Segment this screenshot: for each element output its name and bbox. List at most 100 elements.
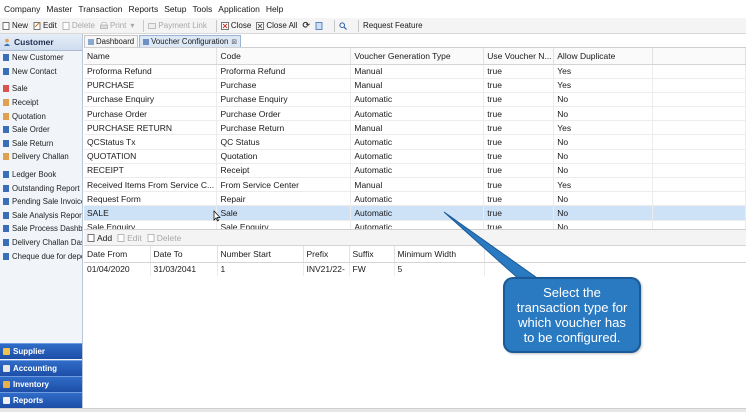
menu-item[interactable]: Help xyxy=(265,4,288,14)
table-cell: 31/03/2041 xyxy=(150,262,218,276)
table-row[interactable]: QCStatus Tx QC Status Automatic true No xyxy=(84,134,746,150)
menu-item[interactable]: Transaction xyxy=(77,4,127,14)
column-header[interactable]: Minimum Width xyxy=(394,246,485,263)
edit-icon xyxy=(33,21,41,30)
table-row[interactable]: PURCHASE Purchase Manual true Yes xyxy=(84,78,746,93)
tab-voucher-configuration[interactable]: Voucher Configuration ⊠ xyxy=(139,35,242,47)
sidebar-item-label: Pending Sale Invoices xyxy=(12,197,82,207)
table-row[interactable]: 01/04/2020 31/03/2041 1 INV21/22- FW 5 xyxy=(84,262,746,276)
column-header[interactable]: Date From xyxy=(84,246,151,263)
sidebar-item-label: New Customer xyxy=(12,53,64,63)
menu-item[interactable]: Company xyxy=(3,4,45,14)
sidebar-category-accounting[interactable]: Accounting xyxy=(0,360,82,376)
column-header[interactable]: Date To xyxy=(150,246,218,263)
print-button[interactable]: Print ▾ xyxy=(100,21,134,30)
sidebar-category-supplier[interactable]: Supplier xyxy=(0,343,82,359)
toolbar-divider xyxy=(143,19,145,32)
callout-text: Select the transaction type for which vo… xyxy=(516,285,628,345)
table-cell: No xyxy=(553,134,654,150)
column-header[interactable]: Code xyxy=(216,48,352,65)
sidebar-item[interactable]: Sale Return xyxy=(0,137,82,151)
menu-item[interactable]: Application xyxy=(217,4,265,14)
sidebar-item[interactable]: New Customer xyxy=(0,51,82,65)
table-row[interactable]: SALE Sale Automatic true No xyxy=(84,205,746,221)
dropdown-arrow-icon[interactable]: ▾ xyxy=(130,21,134,30)
sidebar-item-icon xyxy=(3,153,9,161)
close-button[interactable]: Close xyxy=(220,21,251,30)
table-row[interactable]: Purchase Enquiry Purchase Enquiry Automati… xyxy=(84,92,746,108)
close-all-button[interactable]: Close All xyxy=(256,21,297,30)
table-row[interactable]: QUOTATION Quotation Automatic true No xyxy=(84,149,746,164)
new-button[interactable]: New xyxy=(2,21,28,30)
edit-button[interactable]: Edit xyxy=(33,21,57,30)
menu-item[interactable]: Tools xyxy=(191,4,217,14)
table-cell: PURCHASE xyxy=(84,78,218,93)
request-feature-label: Request Feature xyxy=(363,21,423,30)
detail-edit-button[interactable]: Edit xyxy=(117,233,142,243)
tab-dashboard[interactable]: Dashboard xyxy=(84,35,139,47)
table-row[interactable]: Received Items From Service C... From Ser… xyxy=(84,177,746,193)
column-header[interactable]: Allow Duplicate xyxy=(553,48,654,65)
table-cell-filler xyxy=(652,191,746,207)
sidebar-item[interactable]: Outstanding Report xyxy=(0,181,82,195)
sidebar-item[interactable]: Cheque due for deposit xyxy=(0,249,82,263)
menu-item[interactable]: Reports xyxy=(127,4,163,14)
sidebar-item[interactable]: Delivery Challan Dashboard xyxy=(0,236,82,250)
table-cell-filler xyxy=(652,78,746,93)
delete-button[interactable]: Delete xyxy=(62,21,95,30)
table-row[interactable]: Sale Enquiry Sale Enquiry Automatic true No xyxy=(84,220,746,229)
menu-item[interactable]: Setup xyxy=(163,4,191,14)
sidebar-category-inventory[interactable]: Inventory xyxy=(0,376,82,392)
request-feature-button[interactable]: Request Feature xyxy=(363,21,423,30)
sidebar-item[interactable]: Sale Analysis Report xyxy=(0,209,82,223)
table-cell: QCStatus Tx xyxy=(84,134,218,150)
table-cell-filler xyxy=(652,106,746,122)
column-header[interactable]: Prefix xyxy=(303,246,350,263)
column-header[interactable]: Name xyxy=(84,48,218,65)
column-header[interactable]: Number Start xyxy=(217,246,304,263)
table-row[interactable]: PURCHASE RETURN Purchase Return Manual true… xyxy=(84,120,746,136)
sidebar-item[interactable]: Delivery Challan xyxy=(0,150,82,164)
table-cell: true xyxy=(483,64,555,79)
sidebar-item[interactable]: New Contact xyxy=(0,65,82,79)
column-header[interactable]: Voucher Generation Type xyxy=(350,48,485,65)
column-header[interactable]: Suffix xyxy=(349,246,395,263)
table-cell: Sale xyxy=(216,205,352,221)
table-cell: Sale Enquiry xyxy=(84,220,218,229)
table-cell-filler xyxy=(652,64,746,79)
menu-item[interactable]: Master xyxy=(45,4,77,14)
table-row[interactable]: Request Form Repair Automatic true No xyxy=(84,191,746,207)
sidebar-item[interactable]: Pending Sale Invoices xyxy=(0,195,82,209)
delete-icon xyxy=(147,233,155,242)
table-cell: Purchase Order xyxy=(216,106,352,122)
sidebar-item[interactable]: Sale Order xyxy=(0,123,82,137)
sidebar-item[interactable]: Quotation xyxy=(0,109,82,123)
table-cell: Manual xyxy=(350,120,485,136)
sidebar-header-label: Customer xyxy=(14,37,54,47)
sidebar-item-icon xyxy=(3,126,9,134)
table-row[interactable]: Purchase Order Purchase Order Automatic tru… xyxy=(84,106,746,122)
table-cell: Purchase Enquiry xyxy=(216,92,352,108)
payment-link-button[interactable]: Payment Link xyxy=(148,21,207,30)
table-cell-filler xyxy=(652,149,746,164)
toolbar-divider xyxy=(358,19,359,32)
calculator-button[interactable] xyxy=(315,21,325,30)
table-row[interactable]: RECEIPT Receipt Automatic true No xyxy=(84,163,746,179)
sidebar-item[interactable]: Sale Process Dashboard xyxy=(0,222,82,236)
edit-label: Edit xyxy=(43,21,57,30)
sidebar-item[interactable]: Ledger Book xyxy=(0,168,82,182)
search-button[interactable] xyxy=(339,21,349,30)
sidebar-item-icon xyxy=(3,112,9,120)
sidebar-header[interactable]: Customer xyxy=(0,34,82,51)
refresh-button[interactable]: ⟳ xyxy=(302,20,310,31)
sidebar-item[interactable]: Sale xyxy=(0,82,82,96)
detail-delete-button[interactable]: Delete xyxy=(147,233,181,243)
table-row[interactable]: Proforma Refund Proforma Refund Manual true… xyxy=(84,64,746,79)
sidebar-item[interactable]: Receipt xyxy=(0,96,82,110)
column-header[interactable]: Use Voucher N... xyxy=(483,48,555,65)
close-tab-icon[interactable]: ⊠ xyxy=(231,38,237,46)
table-cell: true xyxy=(483,134,555,150)
sidebar-category-reports[interactable]: Reports xyxy=(0,392,82,408)
table-cell: true xyxy=(483,78,555,93)
add-button[interactable]: Add xyxy=(87,233,112,243)
